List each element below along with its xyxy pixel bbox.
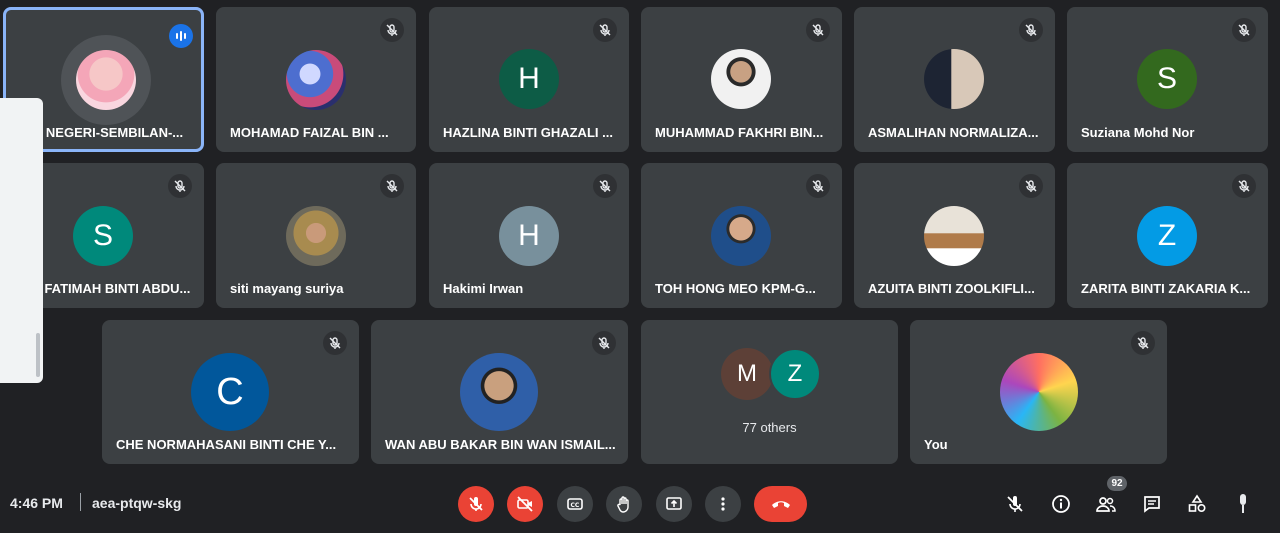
participant-avatar [924, 49, 984, 109]
participant-avatar: S [1137, 49, 1197, 109]
camera-toggle-button[interactable] [507, 486, 543, 522]
mic-toggle-button[interactable] [458, 486, 494, 522]
clock-time: 4:46 PM [10, 495, 63, 511]
participant-avatar [711, 49, 771, 109]
more-vert-icon [721, 497, 725, 511]
activities-button[interactable] [1183, 490, 1211, 518]
participant-avatar [711, 206, 771, 266]
divider [80, 493, 81, 511]
participant-avatar [460, 353, 538, 431]
bottom-toolbar: 4:46 PM aea-ptqw-skg CC 92 [0, 470, 1280, 533]
participant-tile-6[interactable]: S Suziana Mohd Nor [1067, 7, 1268, 152]
side-panel-overlay[interactable] [0, 98, 43, 383]
muted-mic-icon [593, 18, 617, 42]
participant-name: MUHAMMAD FAKHRI BIN... [655, 125, 824, 140]
muted-mic-icon [1131, 331, 1155, 355]
participant-avatar [286, 206, 346, 266]
hand-icon [617, 496, 629, 513]
present-button[interactable] [656, 486, 692, 522]
muted-mic-icon [592, 331, 616, 355]
muted-mic-icon [806, 174, 830, 198]
others-avatar-1: M [721, 348, 773, 400]
participant-name: AZUITA BINTI ZOOLKIFLI... [868, 281, 1035, 296]
info-icon [1052, 495, 1070, 513]
participant-name: TOH HONG MEO KPM-G... [655, 281, 816, 296]
participant-name: SITI FATIMAH BINTI ABDU... [17, 281, 191, 296]
participant-tile-10[interactable]: TOH HONG MEO KPM-G... [641, 163, 842, 308]
leave-call-button[interactable] [754, 486, 807, 522]
participant-avatar [76, 50, 136, 110]
raise-hand-button[interactable] [606, 486, 642, 522]
captions-icon: CC [567, 498, 583, 510]
hang-up-icon [771, 501, 790, 508]
participant-name: siti mayang suriya [230, 281, 344, 296]
captions-button[interactable]: CC [557, 486, 593, 522]
participant-tile-3[interactable]: H HAZLINA BINTI GHAZALI ... [429, 7, 629, 152]
self-tile[interactable]: You [910, 320, 1167, 464]
participant-avatar: S [73, 206, 133, 266]
mic-off-icon [1007, 496, 1023, 512]
side-panel-scrollbar[interactable] [36, 333, 40, 377]
muted-mic-icon [380, 174, 404, 198]
mic-off-icon [469, 497, 483, 511]
participant-tile-12[interactable]: Z ZARITA BINTI ZAKARIA K... [1067, 163, 1268, 308]
participant-tile-13[interactable]: C CHE NORMAHASANI BINTI CHE Y... [102, 320, 359, 464]
chat-button[interactable] [1138, 490, 1166, 518]
muted-mic-icon [1019, 18, 1043, 42]
host-controls-button[interactable] [1229, 490, 1257, 518]
others-count-label: 77 others [742, 420, 797, 435]
chat-icon [1144, 496, 1160, 513]
present-screen-icon [666, 497, 682, 510]
participant-avatar: C [191, 353, 269, 431]
muted-mic-icon [1019, 174, 1043, 198]
participant-avatar [286, 50, 346, 110]
participant-name: WAN ABU BAKAR BIN WAN ISMAIL... [385, 437, 616, 452]
participant-avatar: H [499, 49, 559, 109]
participant-name: Suziana Mohd Nor [1081, 125, 1195, 140]
muted-mic-icon [1232, 174, 1256, 198]
people-button[interactable] [1092, 490, 1120, 518]
participant-name: JPN NEGERI-SEMBILAN-... [17, 125, 184, 140]
participant-name: Hakimi Irwan [443, 281, 524, 296]
participant-tile-8[interactable]: siti mayang suriya [216, 163, 416, 308]
microphone-stand-icon [1240, 494, 1246, 513]
participant-tile-5[interactable]: ASMALIHAN NORMALIZA... [854, 7, 1055, 152]
participant-tile-11[interactable]: AZUITA BINTI ZOOLKIFLI... [854, 163, 1055, 308]
mute-all-button[interactable] [1001, 490, 1029, 518]
activities-shapes-icon [1188, 494, 1206, 513]
others-tile[interactable]: M Z 77 others [641, 320, 898, 464]
meeting-code: aea-ptqw-skg [92, 495, 182, 511]
people-icon [1096, 497, 1116, 512]
participant-name: MOHAMAD FAIZAL BIN ... [230, 125, 389, 140]
others-avatar-2: Z [769, 348, 821, 400]
more-options-button[interactable] [705, 486, 741, 522]
participant-avatar: Z [1137, 206, 1197, 266]
muted-mic-icon [1232, 18, 1256, 42]
participant-avatar: H [499, 206, 559, 266]
meeting-details-button[interactable] [1047, 490, 1075, 518]
participant-name: ASMALIHAN NORMALIZA... [868, 125, 1039, 140]
svg-text:CC: CC [571, 502, 580, 509]
muted-mic-icon [380, 18, 404, 42]
participant-name: CHE NORMAHASANI BINTI CHE Y... [116, 437, 337, 452]
participant-tile-2[interactable]: MOHAMAD FAIZAL BIN ... [216, 7, 416, 152]
participant-name: HAZLINA BINTI GHAZALI ... [443, 125, 613, 140]
participant-tile-9[interactable]: H Hakimi Irwan [429, 163, 629, 308]
self-avatar [1000, 353, 1078, 431]
muted-mic-icon [593, 174, 617, 198]
participant-tile-4[interactable]: MUHAMMAD FAKHRI BIN... [641, 7, 842, 152]
participant-name: You [924, 437, 948, 452]
muted-mic-icon [168, 174, 192, 198]
muted-mic-icon [323, 331, 347, 355]
participant-count-badge: 92 [1107, 476, 1127, 491]
camera-off-icon [517, 496, 533, 512]
participant-avatar [924, 206, 984, 266]
muted-mic-icon [806, 18, 830, 42]
speaking-indicator-icon [169, 24, 193, 48]
participant-name: ZARITA BINTI ZAKARIA K... [1081, 281, 1251, 296]
participant-tile-14[interactable]: WAN ABU BAKAR BIN WAN ISMAIL... [371, 320, 628, 464]
